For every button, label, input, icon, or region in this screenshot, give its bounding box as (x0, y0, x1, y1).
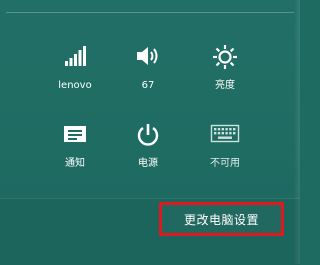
power-icon (110, 122, 186, 152)
brightness-tile[interactable]: 亮度 (187, 44, 263, 106)
network-tile[interactable]: lenovo (37, 44, 113, 106)
keyboard-label: 不可用 (210, 158, 240, 169)
sun-icon (187, 44, 263, 74)
notification-icon (37, 122, 113, 152)
volume-label: 67 (141, 80, 155, 91)
network-label: lenovo (58, 80, 92, 91)
notifications-label: 通知 (65, 158, 85, 169)
power-tile[interactable]: 电源 (110, 122, 186, 184)
volume-tile[interactable]: 67 (110, 44, 186, 106)
wifi-signal-icon (37, 44, 113, 74)
settings-charm-panel: lenovo 67 亮度 通知 电源 不可用 更改电脑设置 (0, 0, 300, 265)
change-pc-settings-link[interactable]: 更改电脑设置 (159, 202, 284, 236)
notifications-tile[interactable]: 通知 (37, 122, 113, 184)
divider (6, 12, 294, 13)
keyboard-tile: 不可用 (187, 122, 263, 184)
speaker-icon (110, 44, 186, 74)
brightness-label: 亮度 (215, 80, 235, 91)
power-label: 电源 (138, 158, 158, 169)
keyboard-icon (187, 122, 263, 152)
